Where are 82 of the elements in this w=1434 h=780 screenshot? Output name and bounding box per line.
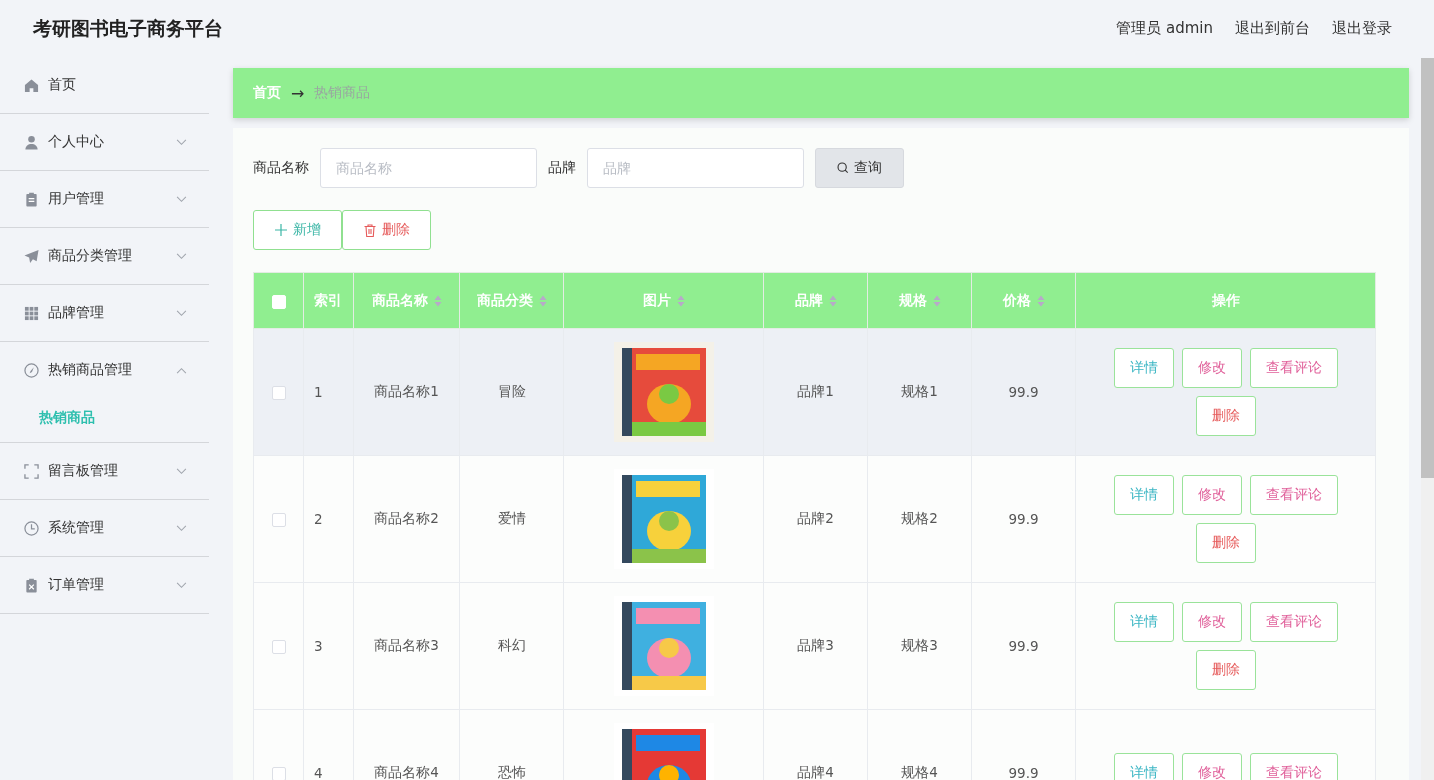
table-cell: 2 [303, 455, 354, 583]
sidebar-item[interactable]: 商品分类管理 [0, 228, 209, 284]
detail-button[interactable]: 详情 [1113, 348, 1174, 388]
table-cell: 品牌2 [763, 455, 868, 583]
column-header: 操作 [1075, 272, 1376, 329]
chevron-down-icon [176, 524, 187, 532]
edit-button[interactable]: 修改 [1181, 602, 1242, 642]
delete-button[interactable]: 删除 [1195, 650, 1256, 690]
row-checkbox[interactable] [271, 640, 286, 654]
clipboard-icon [24, 577, 39, 593]
edit-button[interactable]: 修改 [1181, 348, 1242, 388]
app-title: 考研图书电子商务平台 [33, 15, 223, 41]
table-cell: 规格1 [867, 328, 972, 456]
search-icon [837, 162, 849, 174]
edit-button[interactable]: 修改 [1181, 475, 1242, 515]
table-cell: 规格2 [867, 455, 972, 583]
chevron-down-icon [176, 252, 187, 260]
table-cell: 品牌1 [763, 328, 868, 456]
field-label: 商品名称 [253, 159, 309, 177]
sidebar-item[interactable]: 系统管理 [0, 500, 209, 556]
sidebar-item[interactable]: 首页 [0, 57, 209, 113]
delete-button[interactable]: 删除 [342, 210, 431, 250]
paper-plane-icon [24, 248, 39, 264]
table-cell: 99.9 [971, 582, 1076, 710]
trash-icon [363, 223, 376, 237]
table-cell: 99.9 [971, 328, 1076, 456]
frame-icon [24, 463, 39, 479]
detail-button[interactable]: 详情 [1113, 475, 1174, 515]
edit-button[interactable]: 查看评论 [1249, 602, 1338, 642]
user-icon [24, 134, 39, 150]
sidebar-item[interactable]: 用户管理 [0, 171, 209, 227]
table-cell: 科幻 [459, 582, 564, 710]
clipboard-icon [24, 191, 39, 207]
table-cell: 商品名称2 [353, 455, 460, 583]
header-link[interactable]: 退出登录 [1332, 19, 1392, 38]
row-checkbox[interactable] [271, 767, 286, 780]
sidebar-item[interactable]: 个人中心 [0, 114, 209, 170]
delete-button[interactable]: 删除 [1195, 396, 1256, 436]
edit-button[interactable]: 修改 [1181, 753, 1242, 780]
header-link[interactable]: 管理员 admin [1116, 19, 1213, 38]
chevron-down-icon [176, 138, 187, 146]
sidebar-item[interactable]: 订单管理 [0, 557, 209, 613]
table-cell: 规格3 [867, 582, 972, 710]
table-cell: 商品名称1 [353, 328, 460, 456]
table-cell: 品牌3 [763, 582, 868, 710]
chevron-down-icon [176, 195, 187, 203]
chevron-down-icon [176, 581, 187, 589]
header-link[interactable]: 退出到前台 [1235, 19, 1310, 38]
table-cell: 1 [303, 328, 354, 456]
delete-button[interactable]: 删除 [1195, 523, 1256, 563]
grid-icon [24, 305, 39, 321]
chevron-down-icon [176, 309, 187, 317]
table-cell: 冒险 [459, 328, 564, 456]
table-cell: 商品名称3 [353, 582, 460, 710]
row-checkbox[interactable] [271, 386, 286, 400]
sidebar-item[interactable]: 留言板管理 [0, 443, 209, 499]
scrollbar-thumb[interactable] [1421, 58, 1434, 478]
plus-icon [274, 224, 287, 236]
table-cell: 爱情 [459, 455, 564, 583]
scrollbar[interactable] [1421, 58, 1434, 780]
detail-button[interactable]: 详情 [1113, 602, 1174, 642]
select-all-checkbox[interactable] [271, 294, 286, 309]
home-icon [24, 77, 39, 93]
row-checkbox[interactable] [271, 513, 286, 527]
edit-button[interactable]: 查看评论 [1249, 348, 1338, 388]
detail-button[interactable]: 详情 [1113, 753, 1174, 780]
table-cell: 99.9 [971, 455, 1076, 583]
add-button[interactable]: 新增 [253, 210, 342, 250]
chevron-down-icon [176, 467, 187, 475]
compass-icon [24, 362, 39, 378]
breadcrumb-separator: → [291, 83, 305, 103]
field-label: 品牌 [548, 159, 576, 177]
search-field[interactable]: 商品名称 [320, 148, 537, 188]
search-field[interactable]: 品牌 [587, 148, 804, 188]
edit-button[interactable]: 查看评论 [1249, 475, 1338, 515]
edit-button[interactable]: 查看评论 [1249, 753, 1338, 780]
sidebar-item[interactable]: 品牌管理 [0, 285, 209, 341]
chevron-up-icon [176, 366, 187, 374]
search-button[interactable]: 查询 [815, 148, 904, 188]
table-cell: 3 [303, 582, 354, 710]
clock-icon [24, 520, 39, 536]
column-header: 索引 [303, 272, 354, 329]
